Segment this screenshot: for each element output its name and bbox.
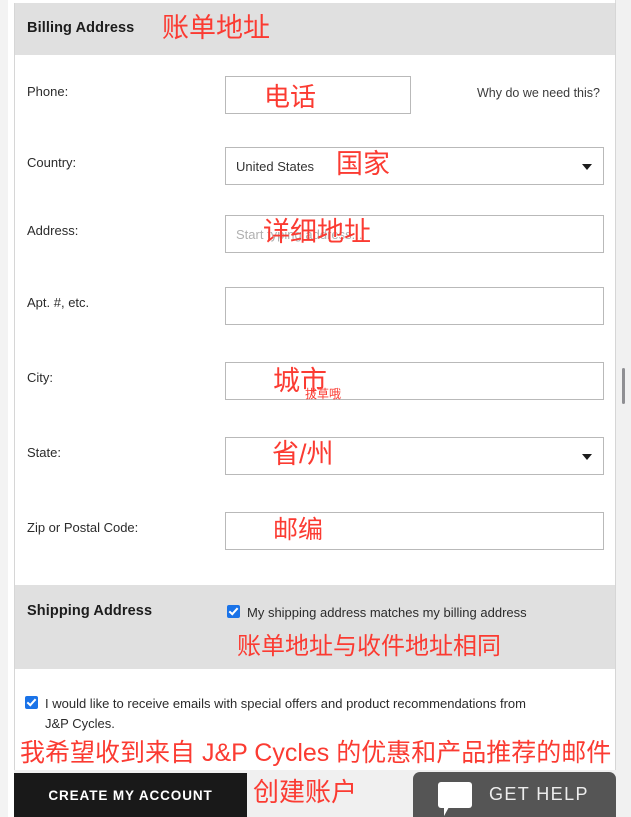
- create-my-account-label: CREATE MY ACCOUNT: [48, 787, 213, 803]
- state-select[interactable]: [225, 437, 604, 475]
- shipping-matches-billing-annotation: 账单地址与收件地址相同: [237, 633, 501, 660]
- address-row: Address: Start typing address... 详细地址: [15, 215, 615, 253]
- chevron-down-icon: [582, 164, 592, 170]
- country-label: Country:: [27, 155, 77, 170]
- country-row: Country: United States 国家: [15, 147, 615, 185]
- billing-address-annotation: 账单地址: [162, 13, 270, 43]
- apt-label: Apt. #, etc.: [27, 295, 90, 310]
- shipping-address-section-header: Shipping Address My shipping address mat…: [15, 585, 615, 669]
- apt-row: Apt. #, etc.: [15, 287, 615, 325]
- chevron-down-icon: [582, 454, 592, 460]
- phone-why-link[interactable]: Why do we need this?: [477, 76, 600, 100]
- state-label: State:: [27, 445, 61, 460]
- phone-row: Phone: Why do we need this? 电话: [15, 76, 615, 114]
- phone-label: Phone:: [27, 84, 69, 99]
- left-page-gutter: [0, 0, 8, 817]
- get-help-button[interactable]: GET HELP: [413, 772, 616, 817]
- shipping-matches-billing-label: My shipping address matches my billing a…: [247, 605, 527, 620]
- country-select-value: United States: [236, 158, 315, 174]
- email-optin-checkbox[interactable]: [25, 696, 38, 709]
- account-form-page: Billing Address 账单地址 Phone: Why do we ne…: [0, 0, 631, 817]
- zip-input[interactable]: [225, 512, 604, 550]
- city-label: City:: [27, 370, 53, 385]
- zip-label: Zip or Postal Code:: [27, 520, 139, 535]
- create-my-account-button[interactable]: CREATE MY ACCOUNT: [14, 773, 247, 817]
- address-input[interactable]: Start typing address...: [225, 215, 604, 253]
- state-row: State: 省/州: [15, 437, 615, 475]
- shipping-matches-billing-checkbox[interactable]: [227, 605, 240, 618]
- scrollbar-thumb[interactable]: [622, 368, 625, 404]
- billing-address-title: Billing Address: [27, 20, 135, 36]
- city-row: City: 城市 拔草哦: [15, 362, 615, 400]
- zip-row: Zip or Postal Code: 邮编: [15, 512, 615, 550]
- billing-address-section-header: Billing Address 账单地址: [15, 3, 615, 55]
- country-select[interactable]: United States: [225, 147, 604, 185]
- shipping-address-title: Shipping Address: [27, 603, 153, 619]
- chat-bubble-icon: [438, 781, 472, 816]
- address-input-placeholder: Start typing address...: [236, 226, 363, 242]
- city-input[interactable]: [225, 362, 604, 400]
- get-help-label: GET HELP: [489, 784, 589, 804]
- apt-input[interactable]: [225, 287, 604, 325]
- page-scrollbar[interactable]: [615, 0, 631, 817]
- email-optin-label: I would like to receive emails with spec…: [45, 694, 526, 734]
- phone-input[interactable]: [225, 76, 411, 114]
- email-optin-label-line1: I would like to receive emails with spec…: [45, 696, 526, 711]
- email-optin-row: I would like to receive emails with spec…: [25, 694, 595, 734]
- address-label: Address:: [27, 223, 79, 238]
- email-optin-label-line2: J&P Cycles.: [45, 716, 115, 732]
